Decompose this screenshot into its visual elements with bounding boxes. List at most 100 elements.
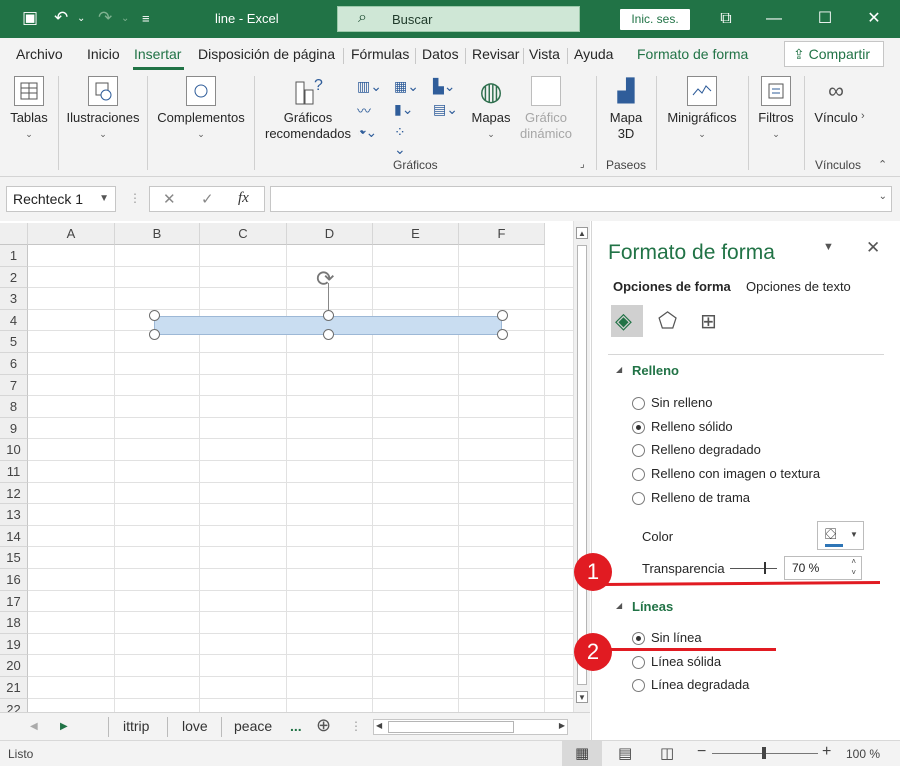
maximize-icon[interactable]: ☐ <box>812 6 838 32</box>
tab-ayuda[interactable]: Ayuda <box>574 46 613 62</box>
scroll-up-icon[interactable]: ▲ <box>576 227 588 239</box>
row-header[interactable]: 11 <box>0 461 28 483</box>
line-option-radio[interactable] <box>632 632 645 645</box>
page-layout-icon[interactable]: ▤ <box>618 744 632 762</box>
column-header[interactable]: F <box>459 223 545 245</box>
column-header[interactable]: A <box>28 223 115 245</box>
effects-icon[interactable]: ⬠ <box>658 308 677 334</box>
fill-option-label[interactable]: Sin relleno <box>651 395 712 410</box>
next-sheet-icon[interactable]: ▶ <box>60 721 68 732</box>
hierarchy-chart-icon[interactable]: ▦⌄ <box>394 78 419 96</box>
minimize-icon[interactable]: — <box>761 6 787 32</box>
resize-handle[interactable] <box>323 310 334 321</box>
addins-button[interactable]: Complementos ⌄ <box>155 76 247 142</box>
horizontal-scroll-thumb[interactable] <box>388 721 514 733</box>
size-properties-icon[interactable]: ⊞ <box>700 309 717 334</box>
row-header[interactable]: 15 <box>0 547 28 569</box>
ribbon-display-options-icon[interactable]: ⧉ <box>713 6 739 32</box>
row-header[interactable]: 9 <box>0 417 28 440</box>
tab-disposicion[interactable]: Disposición de página <box>198 46 335 62</box>
row-header[interactable]: 7 <box>0 374 28 397</box>
fill-section-header[interactable]: Relleno <box>632 363 679 378</box>
fill-option-label[interactable]: Relleno sólido <box>651 419 733 434</box>
zoom-out-icon[interactable]: − <box>697 743 706 761</box>
fill-option-label[interactable]: Relleno con imagen o textura <box>651 466 820 481</box>
row-header[interactable]: 2 <box>0 266 28 289</box>
fill-option-radio[interactable] <box>632 491 645 505</box>
pane-scrollbar[interactable] <box>887 221 900 740</box>
tab-inicio[interactable]: Inicio <box>87 46 120 62</box>
tables-button[interactable]: Tablas ⌄ <box>8 76 50 142</box>
sheet-tab[interactable]: love <box>182 718 208 734</box>
pane-options-icon[interactable]: ▼ <box>823 241 834 253</box>
sheet-tab[interactable]: peace <box>234 718 272 734</box>
row-header[interactable]: 3 <box>0 288 28 310</box>
undo-icon[interactable]: ↶ <box>54 8 68 28</box>
resize-handle[interactable] <box>497 329 508 340</box>
spreadsheet-grid[interactable]: A B C D E F 1 2 3 4 5 6 7 8 9 10 11 12 13 14 15 16 17 18 19 20 21 2… <box>0 221 573 721</box>
close-pane-icon[interactable]: ✕ <box>866 238 880 258</box>
combo-chart-icon[interactable]: ▤⌄ <box>433 101 458 119</box>
expand-triangle-icon[interactable]: ◢ <box>616 365 622 374</box>
collapse-ribbon-icon[interactable]: ⌃ <box>878 158 887 171</box>
search-box[interactable]: ⌕ Buscar <box>337 6 580 32</box>
formula-input[interactable]: ⌄ <box>270 186 892 212</box>
tab-vista[interactable]: Vista <box>529 46 560 62</box>
fill-line-icon[interactable]: ◈ <box>615 308 632 334</box>
tab-text-options[interactable]: Opciones de texto <box>746 279 851 294</box>
rotate-handle-icon[interactable]: ⟳ <box>316 266 334 292</box>
select-all-corner[interactable] <box>0 223 28 245</box>
tab-archivo[interactable]: Archivo <box>16 46 63 62</box>
transparency-input[interactable]: 70 % ˄ ˅ <box>784 556 862 580</box>
zoom-slider-thumb[interactable] <box>762 747 766 759</box>
tab-shape-options[interactable]: Opciones de forma <box>613 279 731 294</box>
sign-in-button[interactable]: Inic. ses. <box>620 9 690 30</box>
line-option-label[interactable]: Línea sólida <box>651 654 721 669</box>
tab-insertar[interactable]: Insertar <box>134 46 181 62</box>
chevron-down-icon[interactable]: ▼ <box>99 187 109 211</box>
filters-button[interactable]: Filtros ⌄ <box>754 76 798 142</box>
statistic-chart-icon[interactable]: ▮⌄ <box>394 101 416 119</box>
row-header[interactable]: 16 <box>0 569 28 591</box>
illustrations-button[interactable]: Ilustraciones ⌄ <box>65 76 141 142</box>
waterfall-chart-icon[interactable]: ▙⌄ <box>433 78 456 96</box>
scroll-down-icon[interactable]: ▼ <box>576 691 588 703</box>
tab-formulas[interactable]: Fórmulas <box>351 46 409 62</box>
enter-icon[interactable]: ✓ <box>201 190 214 208</box>
row-header[interactable]: 6 <box>0 353 28 375</box>
customize-qat-icon[interactable]: ≡ <box>142 11 150 26</box>
cancel-icon[interactable]: ✕ <box>163 190 176 208</box>
fill-option-label[interactable]: Relleno degradado <box>651 442 761 457</box>
3d-map-button[interactable]: ▟ Mapa 3D <box>604 76 648 142</box>
row-header[interactable]: 5 <box>0 331 28 353</box>
scatter-chart-icon[interactable]: ⁘⌄ <box>394 124 416 157</box>
line-option-radio[interactable] <box>632 679 645 693</box>
row-header[interactable]: 20 <box>0 655 28 677</box>
page-break-icon[interactable]: ◫ <box>660 744 674 762</box>
row-header[interactable]: 13 <box>0 504 28 526</box>
tab-formato-de-forma[interactable]: Formato de forma <box>637 46 748 62</box>
row-header[interactable]: 21 <box>0 677 28 699</box>
transparency-slider-thumb[interactable] <box>764 562 766 574</box>
column-chart-icon[interactable]: ▥⌄ <box>357 78 382 96</box>
row-header[interactable]: 1 <box>0 245 28 267</box>
links-button[interactable]: ∞ Vínculo <box>812 76 860 126</box>
line-chart-icon[interactable]: 〰⌄ <box>357 101 379 137</box>
sparklines-button[interactable]: Minigráficos ⌄ <box>664 76 740 142</box>
tab-datos[interactable]: Datos <box>422 46 459 62</box>
spin-up-icon[interactable]: ˄ <box>851 557 856 567</box>
prev-sheet-icon[interactable]: ◀ <box>30 721 38 732</box>
resize-handle[interactable] <box>149 310 160 321</box>
fill-option-radio[interactable] <box>632 397 645 410</box>
horizontal-scrollbar[interactable]: ◀ ▶ <box>373 719 568 735</box>
transparency-slider-track[interactable] <box>730 568 777 569</box>
resize-handle[interactable] <box>149 329 160 340</box>
row-header[interactable]: 4 <box>0 309 28 332</box>
normal-view-icon[interactable]: ▦ <box>575 744 589 762</box>
lines-section-header[interactable]: Líneas <box>632 599 673 614</box>
name-box[interactable]: Rechteck 1 ▼ <box>6 186 116 212</box>
scroll-thumb[interactable] <box>577 245 587 685</box>
close-icon[interactable]: ✕ <box>861 6 887 32</box>
column-header[interactable]: D <box>287 223 373 245</box>
tab-revisar[interactable]: Revisar <box>472 46 519 62</box>
